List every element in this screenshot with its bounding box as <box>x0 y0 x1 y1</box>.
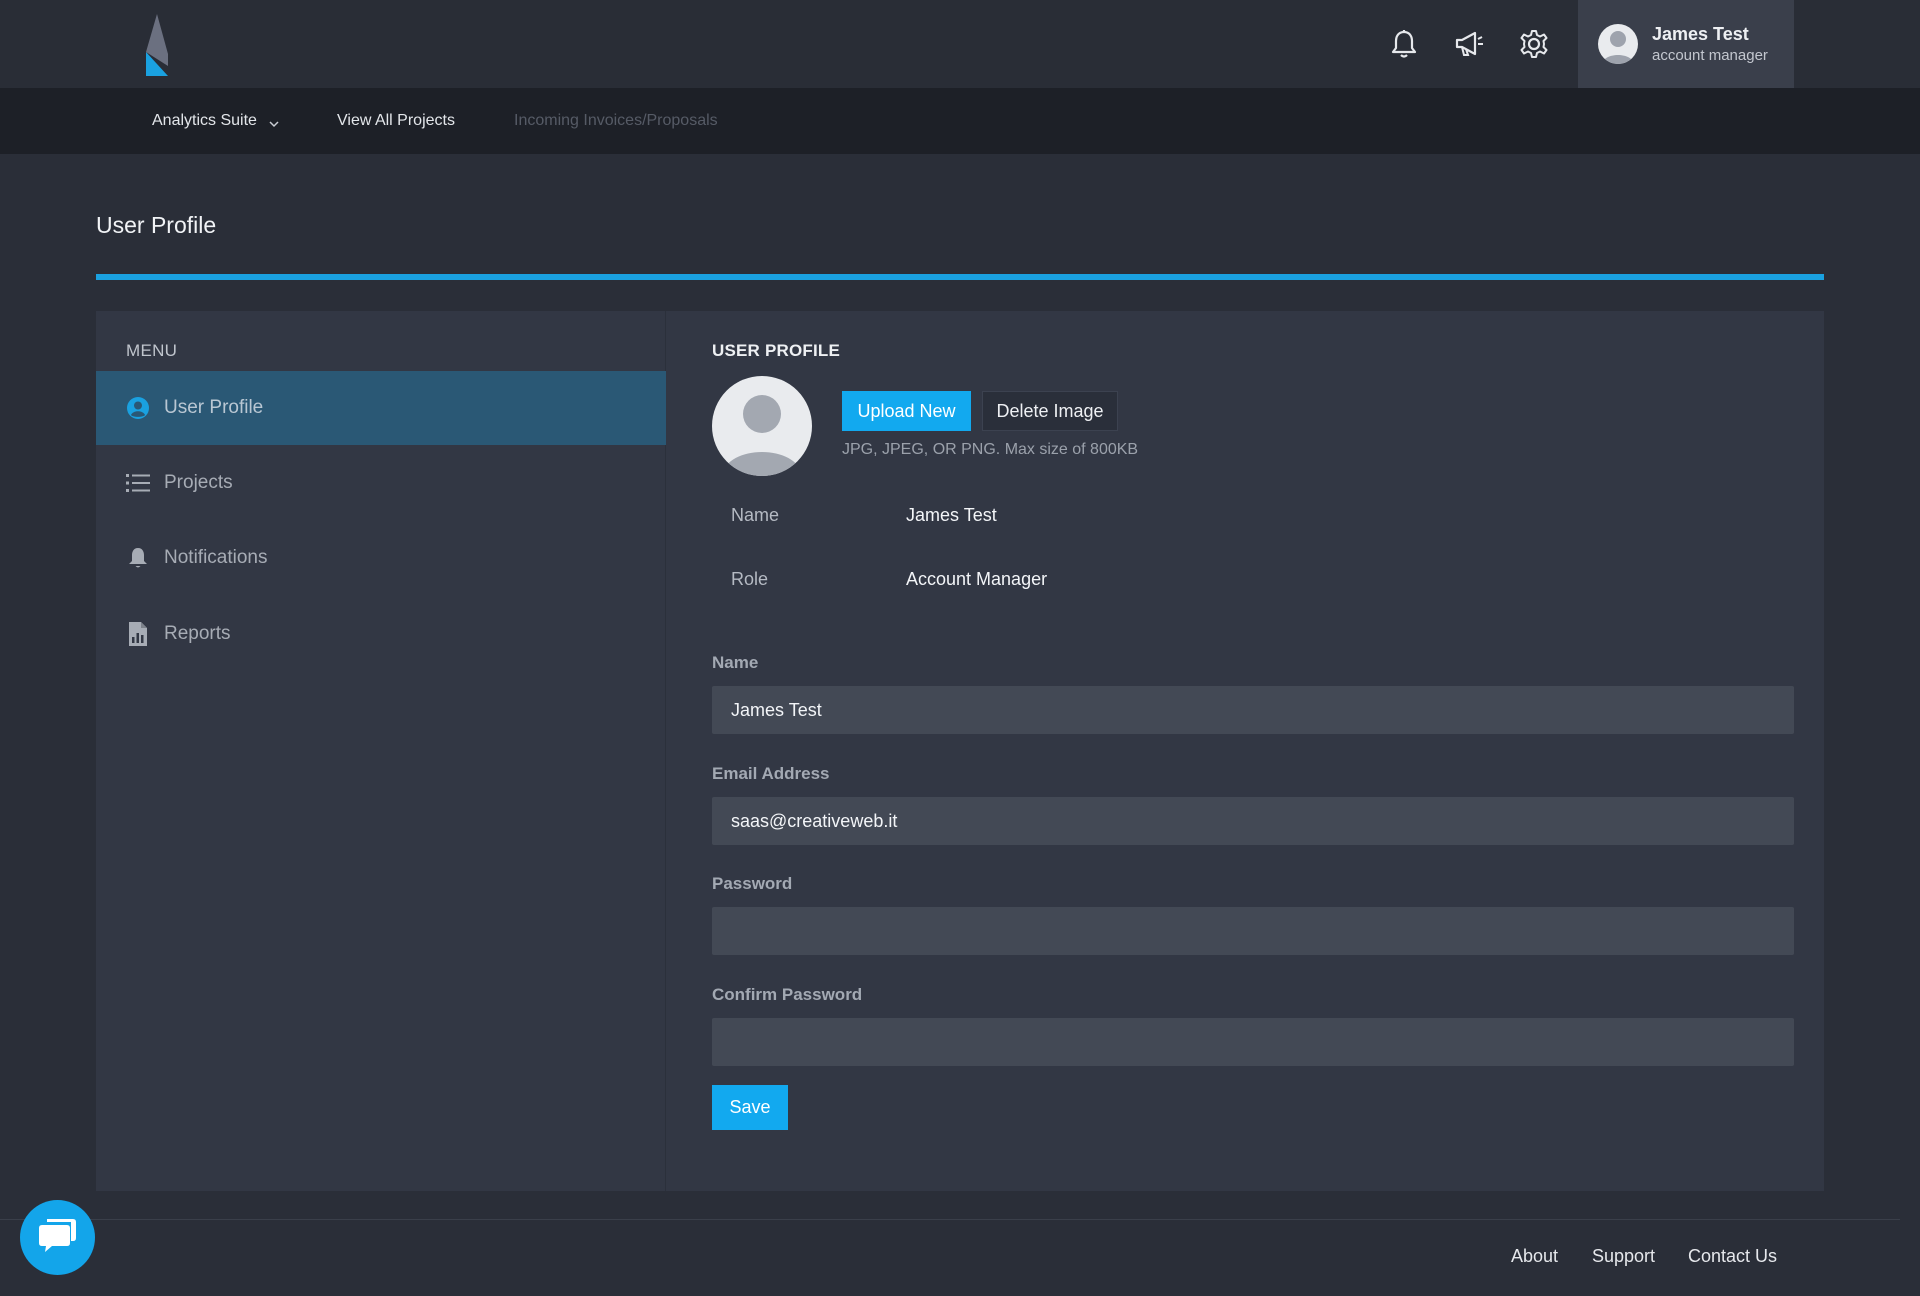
sidebar-item-label: Reports <box>164 623 231 644</box>
nav-view-all-projects[interactable]: View All Projects <box>337 88 455 154</box>
section-title: USER PROFILE <box>712 341 841 360</box>
top-header: James Test account manager <box>0 0 1920 88</box>
nav-view-all-projects-label: View All Projects <box>337 112 455 129</box>
info-name-value: James Test <box>906 505 997 525</box>
profile-card: MENU User Profile Projects Notifications… <box>96 311 1824 1191</box>
info-role-value: Account Manager <box>906 569 1048 589</box>
name-field-label: Name <box>712 653 759 672</box>
delete-image-button[interactable]: Delete Image <box>982 391 1118 431</box>
footer-divider <box>0 1219 1900 1220</box>
page-title: User Profile <box>96 212 217 238</box>
avatar <box>1598 24 1638 64</box>
bell-icon[interactable] <box>1386 26 1422 62</box>
chat-bubble-icon <box>38 1216 78 1259</box>
sidebar-menu: MENU User Profile Projects Notifications… <box>96 311 666 1191</box>
footer-link-support[interactable]: Support <box>1592 1246 1655 1267</box>
email-field[interactable] <box>712 797 1794 845</box>
info-role-label: Role <box>731 569 769 589</box>
footer-link-contact-us[interactable]: Contact Us <box>1688 1246 1777 1267</box>
title-accent-bar <box>96 274 1824 280</box>
profile-content: USER PROFILE Upload New Delete Image JPG… <box>712 311 1794 1191</box>
email-field-label: Email Address <box>712 764 830 783</box>
sidebar-item-user-profile[interactable]: User Profile <box>96 371 666 445</box>
sidebar-item-notifications[interactable]: Notifications <box>96 521 666 595</box>
megaphone-icon[interactable] <box>1451 26 1487 62</box>
menu-title: MENU <box>126 341 178 360</box>
brand-logo[interactable] <box>144 14 170 78</box>
user-name: James Test <box>1652 24 1749 45</box>
nav-incoming-invoices-label: Incoming Invoices/Proposals <box>514 112 718 129</box>
bell-icon <box>126 546 150 570</box>
password-field-label: Password <box>712 874 793 893</box>
gear-icon[interactable] <box>1516 26 1552 62</box>
chevron-down-icon <box>269 116 279 128</box>
nav-incoming-invoices: Incoming Invoices/Proposals <box>514 88 718 154</box>
sidebar-item-label: Notifications <box>164 547 268 568</box>
sidebar-item-reports[interactable]: Reports <box>96 597 666 671</box>
report-file-icon <box>126 622 150 646</box>
user-menu[interactable]: James Test account manager <box>1578 0 1794 88</box>
info-name-label: Name <box>731 505 780 525</box>
chat-button[interactable] <box>20 1200 95 1275</box>
user-role: account manager <box>1652 46 1768 64</box>
sidebar-item-projects[interactable]: Projects <box>96 446 666 520</box>
sub-navigation: Analytics Suite View All Projects Incomi… <box>0 88 1920 154</box>
footer-link-about[interactable]: About <box>1511 1246 1558 1267</box>
confirm-password-field-label: Confirm Password <box>712 985 863 1004</box>
user-circle-icon <box>126 396 150 420</box>
confirm-password-field[interactable] <box>712 1018 1794 1066</box>
name-field[interactable] <box>712 686 1794 734</box>
nav-analytics-suite-label: Analytics Suite <box>152 112 257 129</box>
save-button[interactable]: Save <box>712 1085 788 1130</box>
upload-new-button[interactable]: Upload New <box>842 391 971 431</box>
list-icon <box>126 471 150 495</box>
nav-analytics-suite[interactable]: Analytics Suite <box>152 88 279 154</box>
image-hint: JPG, JPEG, OR PNG. Max size of 800KB <box>842 441 1139 458</box>
password-field[interactable] <box>712 907 1794 955</box>
sidebar-item-label: Projects <box>164 472 233 493</box>
profile-image <box>712 376 812 476</box>
sidebar-item-label: User Profile <box>164 397 264 418</box>
